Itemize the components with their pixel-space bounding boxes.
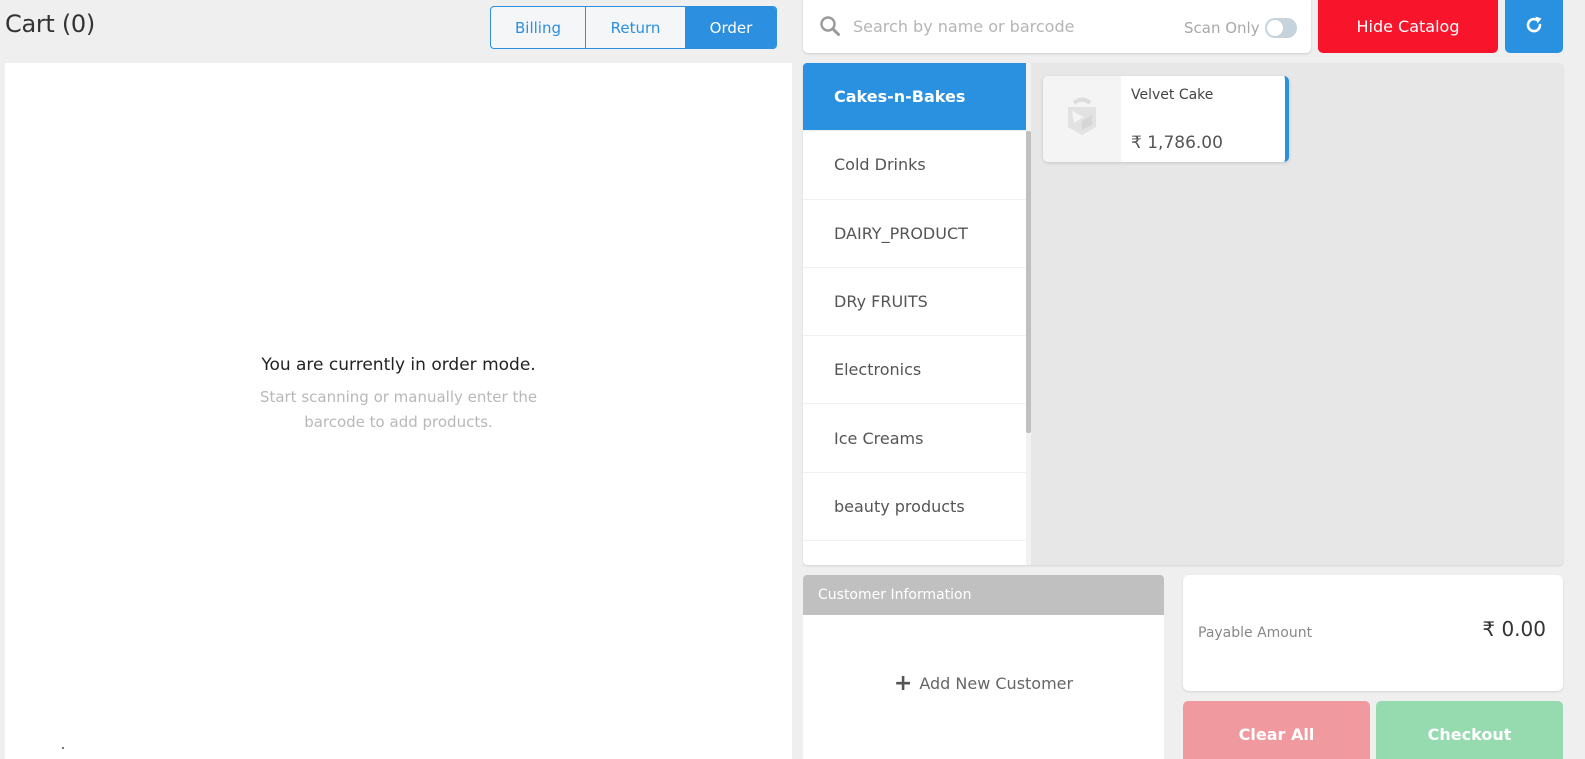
category-item-cakes-n-bakes[interactable]: Cakes-n-Bakes — [803, 63, 1031, 132]
empty-cart-subtitle: Start scanning or manually enter the bar… — [259, 388, 538, 431]
category-item-electronics[interactable]: Electronics — [803, 336, 1031, 405]
category-item-ice-creams[interactable]: Ice Creams — [803, 404, 1031, 473]
checkout-button[interactable]: Checkout — [1376, 701, 1563, 759]
category-scrollbar-thumb[interactable] — [1026, 131, 1031, 433]
refresh-button[interactable] — [1505, 0, 1563, 53]
add-new-customer-button[interactable]: + Add New Customer — [803, 670, 1164, 696]
category-item-dry-fruits[interactable]: DRy FRUITS — [803, 268, 1031, 337]
hide-catalog-button[interactable]: Hide Catalog — [1318, 0, 1498, 53]
payable-panel: Payable Amount ₹ 0.00 — [1183, 575, 1563, 691]
mode-toggle-group: Billing Return Order — [490, 6, 777, 49]
scan-only-label: Scan Only — [1184, 19, 1260, 37]
plus-icon: + — [893, 670, 913, 696]
category-list: Cakes-n-Bakes Cold Drinks DAIRY_PRODUCT … — [803, 63, 1031, 565]
cart-title: Cart (0) — [5, 10, 95, 38]
empty-cart-title: You are currently in order mode. — [261, 355, 536, 375]
customer-info-header: Customer Information — [803, 575, 1164, 615]
mode-billing-button[interactable]: Billing — [491, 7, 586, 48]
scan-only-toggle[interactable] — [1265, 18, 1297, 38]
clear-all-button[interactable]: Clear All — [1183, 701, 1370, 759]
category-item-partial[interactable] — [803, 541, 1031, 565]
empty-cart-message: You are currently in order mode. Start s… — [5, 355, 792, 435]
payable-amount-label: Payable Amount — [1198, 625, 1313, 641]
cart-body: You are currently in order mode. Start s… — [5, 63, 792, 759]
product-price: ₹ 1,786.00 — [1131, 133, 1223, 153]
customer-info-panel: Customer Information + Add New Customer — [803, 575, 1164, 759]
search-input[interactable] — [853, 12, 1173, 40]
catalog-panel: Cakes-n-Bakes Cold Drinks DAIRY_PRODUCT … — [803, 63, 1563, 565]
category-item-dairy-product[interactable]: DAIRY_PRODUCT — [803, 200, 1031, 268]
add-new-customer-label: Add New Customer — [919, 674, 1074, 693]
product-card[interactable]: Velvet Cake ₹ 1,786.00 — [1043, 76, 1289, 162]
refresh-icon — [1523, 14, 1545, 40]
stray-dot — [62, 747, 64, 749]
payable-amount-value: ₹ 0.00 — [1482, 617, 1546, 641]
product-name: Velvet Cake — [1131, 87, 1214, 103]
category-item-cold-drinks[interactable]: Cold Drinks — [803, 131, 1031, 200]
mode-order-button[interactable]: Order — [686, 7, 776, 48]
toggle-knob — [1267, 20, 1283, 36]
product-placeholder-icon — [1064, 97, 1100, 141]
search-icon — [819, 15, 841, 37]
product-image — [1043, 76, 1121, 162]
cart-header: Cart (0) Billing Return Order — [0, 0, 792, 63]
mode-return-button[interactable]: Return — [586, 7, 686, 48]
category-item-beauty-products[interactable]: beauty products — [803, 473, 1031, 542]
search-bar: Scan Only — [803, 0, 1311, 53]
